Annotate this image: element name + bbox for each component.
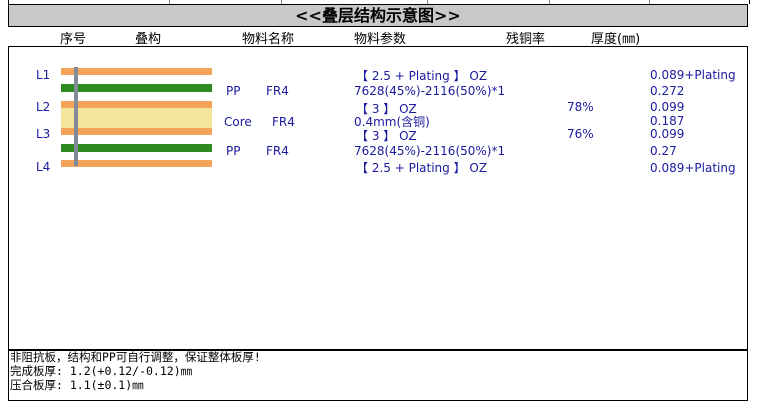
row3-thickness: 0.099 xyxy=(650,100,685,114)
note-line-3: 压合板厚: 1.1(±0.1)㎜ xyxy=(10,378,144,392)
header-material-name: 物料名称 xyxy=(242,32,295,47)
copper-layer-l3 xyxy=(61,128,212,135)
via-barrel xyxy=(74,67,78,166)
row2-material: FR4 xyxy=(266,84,289,98)
row7-param: 【 2.5 + Plating 】 OZ xyxy=(356,161,488,175)
row5-thickness: 0.099 xyxy=(650,127,685,141)
row1-param: 【 2.5 + Plating 】 OZ xyxy=(356,69,488,83)
row1-thickness: 0.089+Plating xyxy=(650,68,736,82)
notes-section: 非阻抗板，结构和PP可自行调整，保证整体板厚! 完成板厚: 1.2(+0.12/… xyxy=(8,349,748,401)
header-thickness: 厚度(㎜) xyxy=(591,32,641,47)
copper-layer-l2 xyxy=(61,101,212,108)
header-material-param: 物料参数 xyxy=(354,32,407,47)
note-line-1: 非阻抗板，结构和PP可自行调整，保证整体板厚! xyxy=(10,350,261,364)
prepreg-layer-top xyxy=(61,84,212,92)
header-stack: 叠构 xyxy=(135,32,162,47)
row2-name: PP xyxy=(226,84,241,98)
layer-label-l3: L3 xyxy=(36,127,51,141)
core-layer xyxy=(61,108,212,128)
row7-thickness: 0.089+Plating xyxy=(650,161,736,175)
row3-residual-copper: 78% xyxy=(567,100,594,114)
row4-material: FR4 xyxy=(272,115,295,129)
copper-layer-l1 xyxy=(61,68,212,75)
row4-thickness: 0.187 xyxy=(650,114,685,128)
header-residual-copper: 残铜率 xyxy=(506,32,546,47)
layer-label-l4: L4 xyxy=(36,160,51,174)
header-no: 序号 xyxy=(60,32,87,47)
row2-thickness: 0.272 xyxy=(650,84,685,98)
page-title: <<叠层结构示意图>> xyxy=(8,4,748,27)
row6-param: 7628(45%)-2116(50%)*1 xyxy=(354,144,506,158)
row6-name: PP xyxy=(226,144,241,158)
row5-param: 【 3 】 OZ xyxy=(356,129,417,143)
layer-label-l1: L1 xyxy=(36,68,51,82)
row5-residual-copper: 76% xyxy=(567,127,594,141)
note-line-2: 完成板厚: 1.2(+0.12/-0.12)㎜ xyxy=(10,364,193,378)
row4-name: Core xyxy=(224,115,252,129)
layer-label-l2: L2 xyxy=(36,100,51,114)
row6-material: FR4 xyxy=(266,144,289,158)
row2-param: 7628(45%)-2116(50%)*1 xyxy=(354,84,506,98)
column-headers: 序号 叠构 物料名称 物料参数 残铜率 厚度(㎜) xyxy=(8,27,748,47)
copper-layer-l4 xyxy=(61,160,212,167)
prepreg-layer-bottom xyxy=(61,144,212,152)
row6-thickness: 0.27 xyxy=(650,144,677,158)
